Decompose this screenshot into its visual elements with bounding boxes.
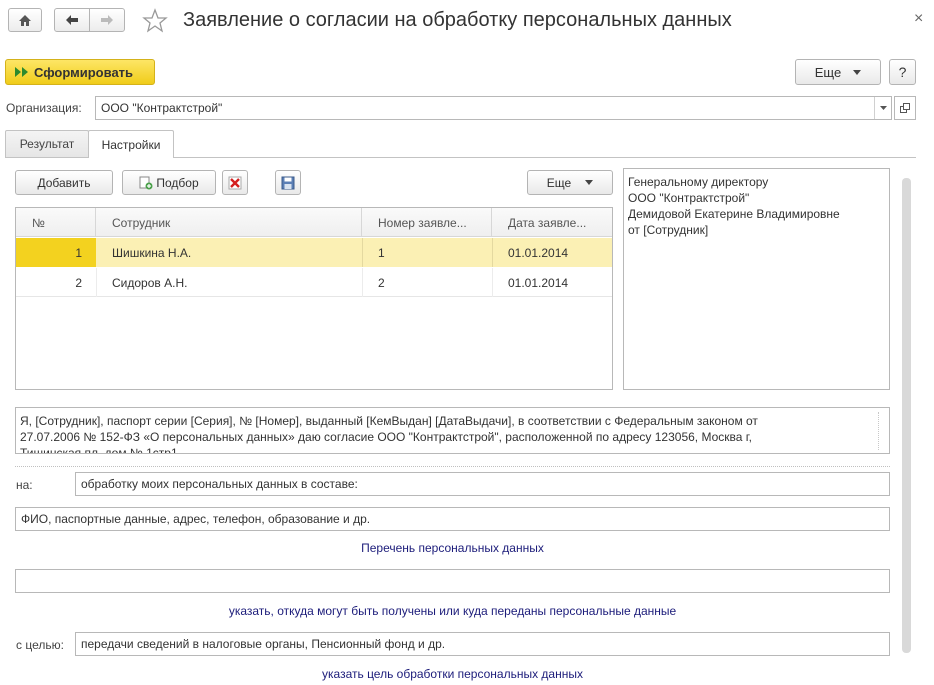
more-actions-button[interactable]: Еще	[795, 59, 881, 85]
column-divider	[362, 268, 363, 297]
back-button[interactable]	[54, 8, 90, 32]
pick-button-label: Подбор	[156, 175, 199, 190]
organization-dropdown-button[interactable]	[874, 97, 891, 119]
chevron-down-icon	[853, 69, 862, 75]
addressee-line: ООО "Контрактстрой"	[628, 191, 750, 205]
organization-value: ООО "Контрактстрой"	[101, 101, 223, 115]
delete-icon	[228, 176, 242, 189]
statement-line: Тишинская пл, дом № 1стр1	[20, 446, 178, 454]
source-hint: указать, откуда могут быть получены или …	[228, 604, 677, 618]
purpose-hint: указать цель обработки персональных данн…	[322, 667, 583, 681]
employee-cell: Сидоров А.Н.	[112, 275, 188, 290]
personal-data-value: ФИО, паспортные данные, адрес, телефон, …	[21, 512, 371, 526]
row-number-cell: 1	[16, 238, 96, 267]
add-button-label: Добавить	[37, 175, 91, 190]
tab-result-label: Результат	[19, 137, 75, 151]
page-title: Заявление о согласии на обработку персон…	[183, 9, 732, 31]
statement-date-cell: 01.01.2014	[508, 245, 569, 260]
statement-line: Я, [Сотрудник], паспорт серии [Серия], №…	[20, 414, 758, 428]
arrow-left-icon	[66, 15, 78, 25]
table-row[interactable]: 1 Шишкина Н.А. 1 01.01.2014	[16, 238, 612, 267]
column-header-statement-number[interactable]: Номер заявле...	[362, 208, 492, 237]
delete-button[interactable]	[222, 170, 248, 195]
help-button[interactable]: ?	[889, 59, 916, 85]
add-button[interactable]: Добавить	[15, 170, 113, 195]
open-window-icon	[900, 103, 910, 113]
more-actions-label: Еще	[814, 64, 842, 80]
column-header-number[interactable]: №	[16, 208, 96, 237]
row-number: 1	[75, 245, 82, 260]
textarea-scroll-indicator	[878, 412, 882, 450]
organization-field[interactable]: ООО "Контрактстрой"	[95, 96, 892, 120]
generate-button-label: Сформировать	[34, 64, 134, 80]
tab-settings[interactable]: Настройки	[88, 130, 174, 158]
statement-number-cell: 1	[378, 245, 385, 260]
addressee-line: от [Сотрудник]	[628, 223, 709, 237]
personal-data-hint: Перечень персональных данных	[361, 541, 544, 555]
generate-button[interactable]: Сформировать	[5, 59, 155, 85]
purpose-label: с целью:	[16, 638, 64, 652]
favorite-star-icon[interactable]	[142, 8, 168, 34]
chevron-down-icon	[879, 106, 887, 110]
statement-date-cell: 01.01.2014	[508, 275, 569, 290]
employee-cell: Шишкина Н.А.	[112, 245, 192, 260]
chevron-down-icon	[585, 180, 594, 185]
on-value: обработку моих персональных данных в сос…	[81, 477, 358, 491]
tab-result[interactable]: Результат	[5, 130, 89, 157]
statement-line: 27.07.2006 № 152-ФЗ «О персональных данн…	[20, 430, 753, 444]
personal-data-field[interactable]: ФИО, паспортные данные, адрес, телефон, …	[15, 507, 890, 531]
purpose-field[interactable]: передачи сведений в налоговые органы, Пе…	[75, 632, 890, 656]
save-button[interactable]	[275, 170, 301, 195]
source-field[interactable]	[15, 569, 890, 593]
addressee-textbox[interactable]: Генеральному директору ООО "Контрактстро…	[623, 168, 890, 390]
purpose-value: передачи сведений в налоговые органы, Пе…	[81, 637, 446, 651]
addressee-line: Генеральному директору	[628, 175, 769, 189]
floppy-disk-icon	[281, 176, 295, 189]
column-divider	[96, 268, 97, 297]
forward-button[interactable]	[89, 8, 125, 32]
vertical-scrollbar[interactable]	[902, 178, 911, 653]
organization-label: Организация:	[6, 101, 82, 115]
table-more-button[interactable]: Еще	[527, 170, 613, 195]
row-number-cell: 2	[16, 268, 96, 297]
organization-open-button[interactable]	[894, 96, 916, 120]
statement-number-cell: 2	[378, 275, 385, 290]
on-field[interactable]: обработку моих персональных данных в сос…	[75, 472, 890, 496]
table-more-label: Еще	[546, 175, 572, 190]
row-number: 2	[75, 275, 82, 290]
column-divider	[492, 268, 493, 297]
table-header: № Сотрудник Номер заявле... Дата заявле.…	[16, 208, 612, 237]
close-icon[interactable]: ×	[914, 10, 923, 28]
tab-settings-label: Настройки	[101, 137, 161, 152]
column-header-employee[interactable]: Сотрудник	[96, 208, 362, 237]
addressee-line: Демидовой Екатерине Владимировне	[628, 207, 840, 221]
column-header-statement-date[interactable]: Дата заявле...	[492, 208, 612, 237]
home-icon	[19, 14, 31, 26]
home-button[interactable]	[8, 8, 42, 32]
table-row[interactable]: 2 Сидоров А.Н. 2 01.01.2014	[16, 268, 612, 297]
pick-button[interactable]: Подбор	[122, 170, 216, 195]
on-label: на:	[16, 478, 33, 492]
column-divider	[362, 238, 363, 267]
column-divider	[492, 238, 493, 267]
play-double-icon	[15, 67, 28, 77]
dotted-separator	[15, 466, 890, 467]
add-document-icon	[139, 176, 153, 189]
arrow-right-icon	[101, 15, 113, 25]
statement-textarea[interactable]: Я, [Сотрудник], паспорт серии [Серия], №…	[15, 407, 890, 454]
